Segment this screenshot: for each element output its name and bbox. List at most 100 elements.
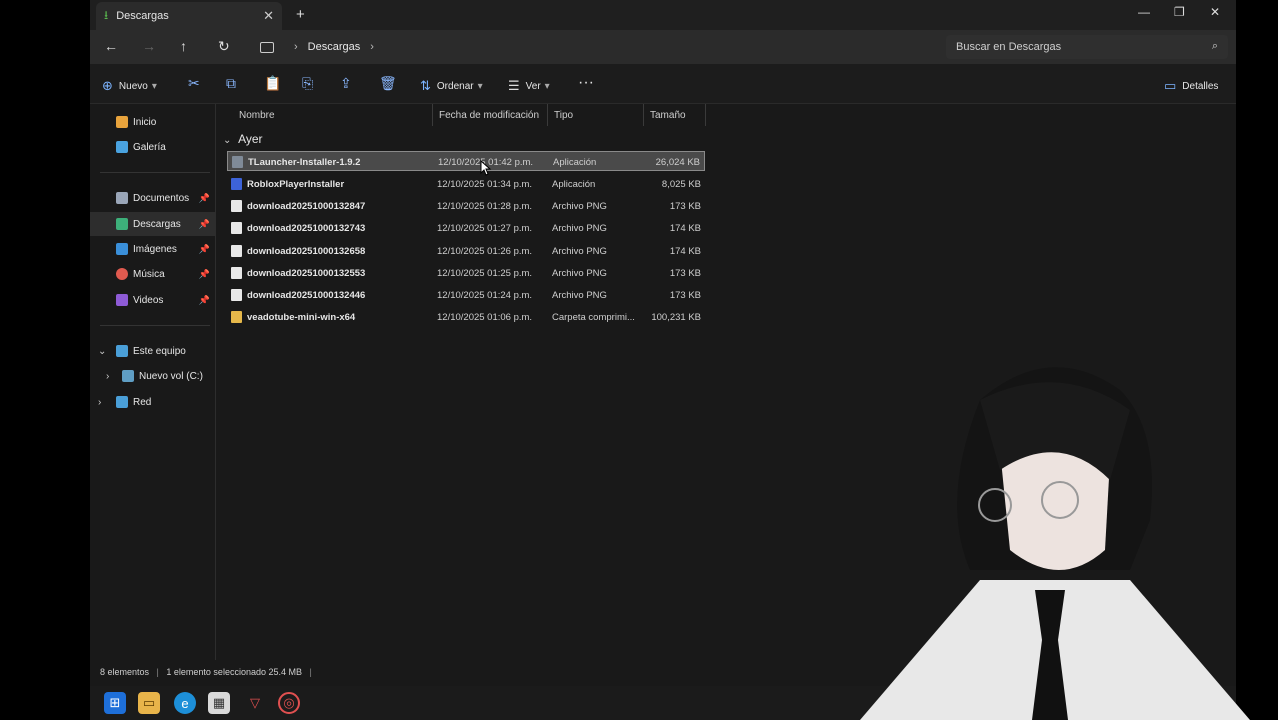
sidebar-item-documentos[interactable]: Documentos 📌 — [90, 186, 216, 210]
minimize-button[interactable]: — — [1138, 5, 1150, 19]
column-header-nombre[interactable]: Nombre — [233, 104, 433, 126]
details-button[interactable]: ▭ Detalles — [1164, 78, 1218, 94]
file-row[interactable]: download20251000132446 12/10/2025 01:24 … — [227, 285, 705, 305]
sidebar-item-red[interactable]: › Red — [90, 390, 216, 414]
chevron-right-icon[interactable]: › — [98, 397, 101, 408]
paste-icon[interactable]: 📋 — [264, 75, 281, 92]
rename-icon[interactable]: ⎘ — [302, 75, 313, 92]
file-date: 12/10/2025 01:25 p.m. — [437, 268, 533, 279]
sidebar-item-descargas[interactable]: Descargas 📌 — [90, 212, 216, 236]
forward-button[interactable]: → — [142, 38, 156, 54]
download-icon: ⭳ — [104, 7, 109, 22]
file-name: download20251000132553 — [247, 268, 366, 279]
file-name: RobloxPlayerInstaller — [247, 179, 345, 190]
file-row[interactable]: TLauncher-Installer-1.9.2 12/10/2025 01:… — [227, 151, 705, 171]
file-size: 173 KB — [669, 201, 701, 212]
up-button[interactable]: ↑ — [180, 38, 187, 54]
sidebar-item-nuevo-vol[interactable]: › Nuevo vol (C:) — [90, 364, 216, 388]
close-tab-icon[interactable]: ✕ — [263, 8, 274, 24]
file-size: 100,231 KB — [651, 312, 701, 323]
new-tab-button[interactable]: + — [296, 6, 305, 23]
sort-button[interactable]: ⇅ Ordenar ▾ — [420, 78, 483, 94]
pin-icon: 📌 — [198, 218, 210, 229]
sidebar-item-inicio[interactable]: Inicio — [90, 110, 216, 134]
column-label: Tipo — [554, 109, 574, 121]
file-row[interactable]: download20251000132743 12/10/2025 01:27 … — [227, 218, 705, 238]
app-icon[interactable]: ◎ — [278, 692, 300, 714]
column-label: Fecha de modificación — [439, 109, 540, 121]
breadcrumb-descargas[interactable]: Descargas — [308, 41, 361, 53]
group-header[interactable]: ⌄ Ayer — [223, 132, 263, 146]
chevron-right-icon: › — [370, 41, 374, 53]
search-input[interactable]: Buscar en Descargas ⌕ — [946, 35, 1228, 59]
sidebar-item-label: Imágenes — [133, 243, 177, 255]
copy-icon[interactable]: ⧉ — [226, 75, 236, 92]
sidebar-item-label: Documentos — [133, 192, 190, 204]
view-label: Ver — [525, 80, 541, 92]
navigation-bar: ← → ↑ ↻ › Descargas › Buscar en Descarga… — [90, 30, 1236, 64]
file-row[interactable]: veadotube-mini-win-x64 12/10/2025 01:06 … — [227, 307, 705, 327]
pin-icon: 📌 — [198, 192, 210, 203]
details-pane-icon: ▭ — [1164, 78, 1177, 93]
file-row[interactable]: RobloxPlayerInstaller 12/10/2025 01:34 p… — [227, 174, 705, 194]
tab-descargas[interactable]: ⭳ Descargas ✕ — [96, 2, 282, 30]
roblox-icon — [231, 178, 242, 190]
file-type: Carpeta comprimi... — [552, 312, 635, 323]
column-label: Tamaño — [650, 109, 686, 121]
file-name: download20251000132847 — [247, 201, 366, 212]
file-type: Archivo PNG — [552, 290, 607, 301]
sidebar-item-galeria[interactable]: Galería — [90, 135, 216, 159]
back-button[interactable]: ← — [104, 38, 118, 54]
app-icon — [232, 156, 243, 168]
close-window-button[interactable]: ✕ — [1210, 5, 1220, 19]
file-type: Archivo PNG — [552, 246, 607, 257]
file-date: 12/10/2025 01:27 p.m. — [437, 223, 533, 234]
details-label: Detalles — [1182, 80, 1219, 92]
sidebar-item-musica[interactable]: Música 📌 — [90, 262, 216, 286]
chevron-down-icon[interactable]: ⌄ — [98, 346, 106, 357]
store-icon[interactable]: ▦ — [208, 692, 230, 714]
file-type: Archivo PNG — [552, 268, 607, 279]
view-button[interactable]: ☰ Ver ▾ — [508, 78, 550, 94]
sidebar-item-este-equipo[interactable]: ⌄ Este equipo — [90, 339, 216, 363]
file-size: 174 KB — [669, 246, 701, 257]
chevron-down-icon: ▾ — [151, 80, 157, 92]
home-icon — [116, 116, 128, 128]
edge-icon[interactable]: e — [174, 692, 196, 714]
maximize-button[interactable]: ❐ — [1174, 5, 1185, 19]
file-row[interactable]: download20251000132658 12/10/2025 01:26 … — [227, 241, 705, 261]
file-row[interactable]: download20251000132847 12/10/2025 01:28 … — [227, 196, 705, 216]
sidebar-item-label: Descargas — [133, 218, 181, 230]
plus-circle-icon: ⊕ — [102, 78, 113, 93]
new-button[interactable]: ⊕ Nuevo ▾ — [102, 78, 157, 94]
column-header-tamano[interactable]: Tamaño — [644, 104, 706, 126]
image-file-icon — [231, 245, 242, 257]
delete-icon[interactable]: 🗑 — [379, 75, 397, 92]
sidebar-item-label: Red — [133, 396, 152, 408]
app-icon[interactable]: ▽ — [244, 692, 266, 714]
download-icon — [116, 218, 128, 230]
column-header-fecha[interactable]: Fecha de modificación — [433, 104, 548, 126]
file-size: 26,024 KB — [655, 157, 700, 168]
pin-icon: 📌 — [198, 243, 210, 254]
file-name: veadotube-mini-win-x64 — [247, 312, 356, 323]
windows-start-icon[interactable]: ⊞ — [104, 692, 126, 714]
sidebar-item-label: Nuevo vol (C:) — [139, 370, 203, 382]
image-file-icon — [231, 200, 242, 212]
column-label: Nombre — [239, 109, 275, 121]
separator: | — [309, 667, 312, 677]
file-row[interactable]: download20251000132553 12/10/2025 01:25 … — [227, 263, 705, 283]
network-icon — [116, 396, 128, 408]
file-explorer-icon[interactable]: ▭ — [138, 692, 160, 714]
refresh-button[interactable]: ↻ — [218, 38, 230, 55]
chevron-right-icon[interactable]: › — [106, 371, 109, 382]
column-header-tipo[interactable]: Tipo — [548, 104, 644, 126]
more-options-icon[interactable]: ··· — [578, 74, 594, 92]
music-icon — [116, 268, 128, 280]
sidebar-item-label: Este equipo — [133, 345, 186, 357]
sidebar-item-videos[interactable]: Videos 📌 — [90, 288, 216, 312]
share-icon[interactable]: ⇪ — [340, 75, 352, 92]
cut-icon[interactable]: ✂ — [188, 75, 200, 92]
sidebar-item-imagenes[interactable]: Imágenes 📌 — [90, 237, 216, 261]
address-bar[interactable]: › Descargas › — [252, 35, 940, 59]
